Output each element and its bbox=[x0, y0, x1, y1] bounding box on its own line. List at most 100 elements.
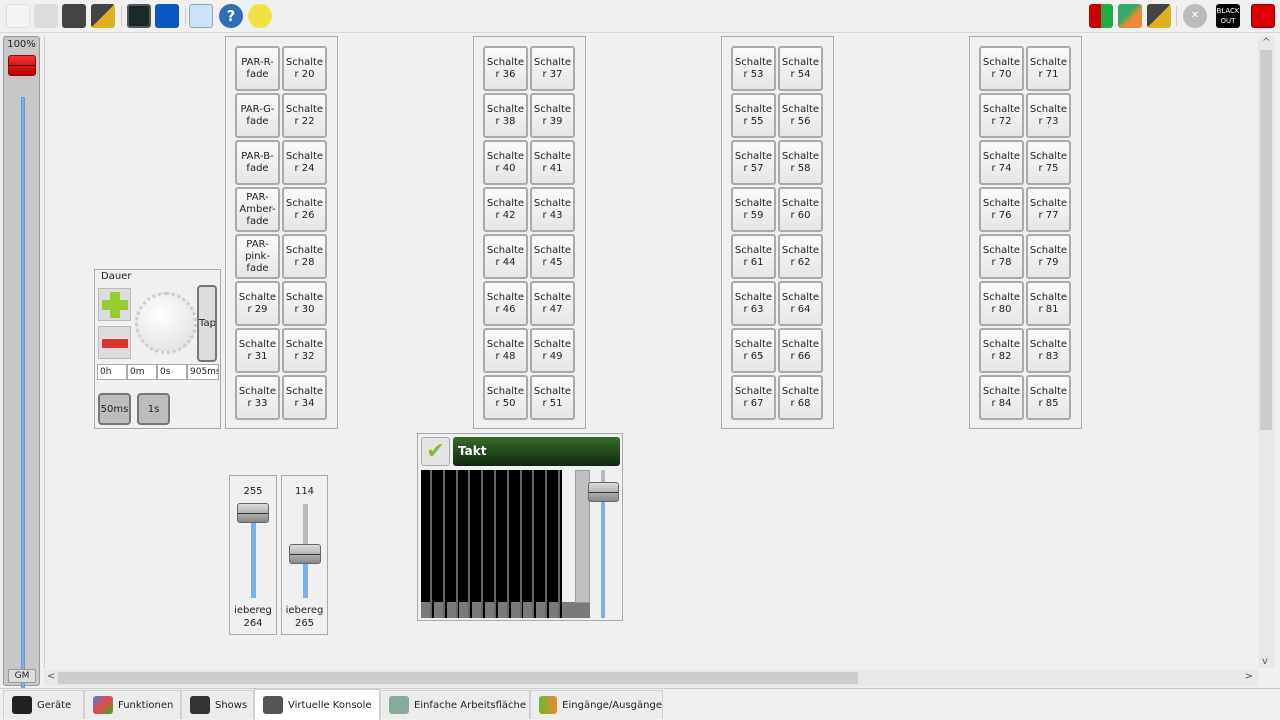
console-button[interactable]: Schalter 74 bbox=[979, 140, 1024, 185]
console-button[interactable]: Schalter 32 bbox=[282, 328, 327, 373]
slider-handle[interactable] bbox=[289, 544, 321, 564]
console-button[interactable]: Schalter 73 bbox=[1026, 93, 1071, 138]
console-button[interactable]: Schalter 79 bbox=[1026, 234, 1071, 279]
cue-step[interactable] bbox=[485, 470, 496, 618]
console-button[interactable]: Schalter 77 bbox=[1026, 187, 1071, 232]
fixture-remap-icon[interactable] bbox=[1089, 4, 1113, 28]
console-button[interactable]: Schalter 51 bbox=[530, 375, 575, 420]
stop-all-icon[interactable]: ✕ bbox=[1183, 4, 1207, 28]
cue-step[interactable] bbox=[433, 470, 445, 618]
cue-step[interactable] bbox=[472, 470, 484, 618]
console-button[interactable]: Schalter 84 bbox=[979, 375, 1024, 420]
console-button[interactable]: Schalter 49 bbox=[530, 328, 575, 373]
console-button[interactable]: Schalter 60 bbox=[778, 187, 823, 232]
tab-funktionen[interactable]: Funktionen bbox=[84, 690, 181, 719]
new-file-icon[interactable] bbox=[6, 4, 30, 28]
console-button[interactable]: Schalter 61 bbox=[731, 234, 776, 279]
bulb-add-icon[interactable] bbox=[248, 4, 272, 28]
cue-step[interactable] bbox=[446, 470, 458, 618]
slider-handle[interactable] bbox=[237, 503, 269, 523]
tap-button[interactable]: Tap bbox=[197, 285, 217, 362]
help-icon[interactable]: ? bbox=[219, 4, 243, 28]
fullscreen-icon[interactable] bbox=[189, 4, 213, 28]
console-button[interactable]: PAR-Amber-fade bbox=[235, 187, 280, 232]
cue-step[interactable] bbox=[549, 470, 560, 618]
console-button[interactable]: Schalter 30 bbox=[282, 281, 327, 326]
console-button[interactable]: Schalter 39 bbox=[530, 93, 575, 138]
console-button[interactable]: Schalter 28 bbox=[282, 234, 327, 279]
console-button[interactable]: PAR-G-fade bbox=[235, 93, 280, 138]
console-button[interactable]: Schalter 81 bbox=[1026, 281, 1071, 326]
console-button[interactable]: Schalter 68 bbox=[778, 375, 823, 420]
console-button[interactable]: Schalter 31 bbox=[235, 328, 280, 373]
console-button[interactable]: Schalter 62 bbox=[778, 234, 823, 279]
console-button[interactable]: Schalter 53 bbox=[731, 46, 776, 91]
console-button[interactable]: Schalter 42 bbox=[483, 187, 528, 232]
console-button[interactable]: Schalter 24 bbox=[282, 140, 327, 185]
console-button[interactable]: Schalter 72 bbox=[979, 93, 1024, 138]
vertical-scrollbar[interactable]: ^ v bbox=[1258, 36, 1274, 668]
console-button[interactable]: Schalter 80 bbox=[979, 281, 1024, 326]
console-button[interactable]: Schalter 75 bbox=[1026, 140, 1071, 185]
tab-virtuelle-konsole[interactable]: Virtuelle Konsole bbox=[254, 689, 380, 720]
console-button[interactable]: Schalter 22 bbox=[282, 93, 327, 138]
console-button[interactable]: Schalter 59 bbox=[731, 187, 776, 232]
grand-master-track[interactable] bbox=[21, 97, 25, 700]
console-button[interactable]: PAR-R-fade bbox=[235, 46, 280, 91]
console-button[interactable]: Schalter 67 bbox=[731, 375, 776, 420]
preset-50ms-button[interactable]: 50ms bbox=[98, 393, 131, 425]
console-button[interactable]: Schalter 54 bbox=[778, 46, 823, 91]
console-button[interactable]: PAR-B-fade bbox=[235, 140, 280, 185]
stop-red-icon[interactable] bbox=[1251, 4, 1275, 28]
console-button[interactable]: Schalter 76 bbox=[979, 187, 1024, 232]
console-button[interactable]: Schalter 37 bbox=[530, 46, 575, 91]
console-button[interactable]: Schalter 40 bbox=[483, 140, 528, 185]
console-button[interactable]: PAR-pink-fade bbox=[235, 234, 280, 279]
console-button[interactable]: Schalter 65 bbox=[731, 328, 776, 373]
milliseconds-field[interactable]: 905ms bbox=[187, 364, 219, 380]
console-button[interactable]: Schalter 36 bbox=[483, 46, 528, 91]
console-button[interactable]: Schalter 64 bbox=[778, 281, 823, 326]
plus-button[interactable] bbox=[98, 288, 131, 321]
grand-master-handle[interactable] bbox=[8, 55, 36, 76]
seconds-field[interactable]: 0s bbox=[157, 364, 187, 380]
console-button[interactable]: Schalter 48 bbox=[483, 328, 528, 373]
console-button[interactable]: Schalter 70 bbox=[979, 46, 1024, 91]
save-icon[interactable] bbox=[62, 4, 86, 28]
print-icon[interactable] bbox=[34, 4, 58, 28]
console-button[interactable]: Schalter 45 bbox=[530, 234, 575, 279]
speed-dial-knob[interactable] bbox=[135, 292, 197, 354]
hours-field[interactable]: 0h bbox=[97, 364, 127, 380]
cue-step[interactable] bbox=[536, 470, 548, 618]
console-button[interactable]: Schalter 78 bbox=[979, 234, 1024, 279]
monitor-icon[interactable] bbox=[127, 4, 151, 28]
console-button[interactable]: Schalter 41 bbox=[530, 140, 575, 185]
edit-icon[interactable] bbox=[1147, 4, 1171, 28]
enable-checkbox[interactable]: ✔ bbox=[421, 437, 450, 466]
cue-steps-area[interactable] bbox=[421, 470, 562, 618]
preset-1s-button[interactable]: 1s bbox=[137, 393, 170, 425]
save-as-icon[interactable] bbox=[91, 4, 115, 28]
dip-switch-icon[interactable] bbox=[155, 4, 179, 28]
console-button[interactable]: Schalter 34 bbox=[282, 375, 327, 420]
minus-button[interactable] bbox=[98, 326, 131, 359]
console-button[interactable]: Schalter 47 bbox=[530, 281, 575, 326]
console-button[interactable]: Schalter 43 bbox=[530, 187, 575, 232]
cue-step[interactable] bbox=[523, 470, 535, 618]
console-button[interactable]: Schalter 55 bbox=[731, 93, 776, 138]
tab-eingänge-ausgänge[interactable]: Eingänge/Ausgänge bbox=[530, 690, 663, 719]
cue-step[interactable] bbox=[421, 470, 432, 618]
console-button[interactable]: Schalter 26 bbox=[282, 187, 327, 232]
console-button[interactable]: Schalter 85 bbox=[1026, 375, 1071, 420]
console-button[interactable]: Schalter 29 bbox=[235, 281, 280, 326]
console-button[interactable]: Schalter 66 bbox=[778, 328, 823, 373]
cue-fader-handle[interactable] bbox=[588, 482, 619, 502]
console-button[interactable]: Schalter 20 bbox=[282, 46, 327, 91]
console-button[interactable]: Schalter 50 bbox=[483, 375, 528, 420]
tab-einfache-arbeitsfläche[interactable]: Einfache Arbeitsfläche bbox=[380, 690, 530, 719]
console-button[interactable]: Schalter 71 bbox=[1026, 46, 1071, 91]
edit-colors-icon[interactable] bbox=[1118, 4, 1142, 28]
console-button[interactable]: Schalter 33 bbox=[235, 375, 280, 420]
console-button[interactable]: Schalter 82 bbox=[979, 328, 1024, 373]
console-button[interactable]: Schalter 44 bbox=[483, 234, 528, 279]
